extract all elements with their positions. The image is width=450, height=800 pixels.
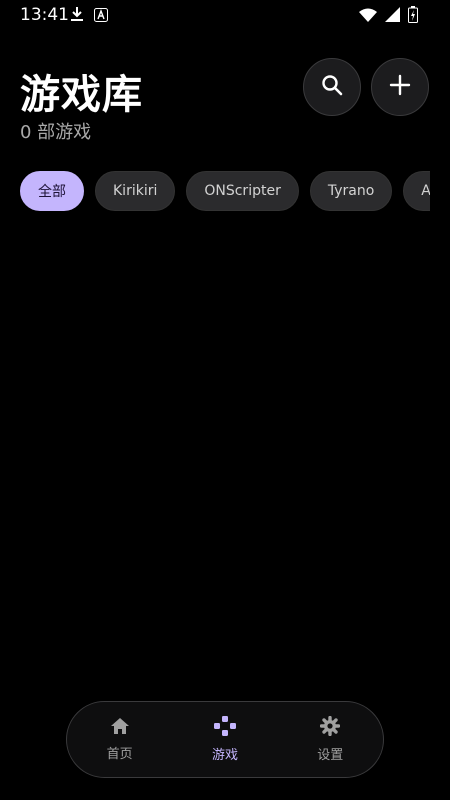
nav-item-settings[interactable]: 设置 bbox=[290, 715, 370, 763]
status-bar: 13:41 bbox=[0, 0, 450, 30]
engine-filter-row: 全部 Kirikiri ONScripter Tyrano A bbox=[20, 171, 430, 213]
game-count: 0 部游戏 bbox=[20, 122, 92, 143]
page-title: 游戏库 bbox=[20, 72, 143, 118]
gear-icon bbox=[320, 715, 341, 740]
nav-label-games: 游戏 bbox=[211, 748, 238, 763]
a-badge-icon bbox=[94, 7, 108, 26]
status-right-icons bbox=[359, 6, 418, 27]
filter-chip-kirikiri[interactable]: Kirikiri bbox=[95, 171, 176, 211]
home-icon bbox=[110, 717, 130, 739]
nav-label-home: 首页 bbox=[106, 747, 133, 762]
nav-item-games[interactable]: 游戏 bbox=[185, 716, 265, 763]
filter-chip-all[interactable]: 全部 bbox=[20, 171, 84, 211]
battery-charging-icon bbox=[408, 6, 418, 27]
download-icon bbox=[70, 6, 84, 26]
status-time: 13:41 bbox=[20, 5, 69, 25]
add-game-button[interactable] bbox=[371, 58, 429, 116]
gamepad-icon bbox=[213, 716, 236, 740]
filter-chip-onscripter[interactable]: ONScripter bbox=[186, 171, 299, 211]
search-button[interactable] bbox=[303, 58, 361, 116]
status-left-icons bbox=[70, 6, 108, 26]
nav-label-settings: 设置 bbox=[317, 748, 344, 763]
search-icon bbox=[320, 73, 344, 101]
add-icon bbox=[389, 74, 411, 100]
filter-chip-tyrano[interactable]: Tyrano bbox=[309, 171, 393, 211]
signal-icon bbox=[385, 7, 400, 26]
bottom-navigation: 首页 游戏 设置 bbox=[66, 701, 384, 778]
wifi-icon bbox=[359, 7, 377, 26]
nav-item-home[interactable]: 首页 bbox=[80, 717, 160, 762]
filter-chip-partial[interactable]: A bbox=[403, 171, 430, 211]
